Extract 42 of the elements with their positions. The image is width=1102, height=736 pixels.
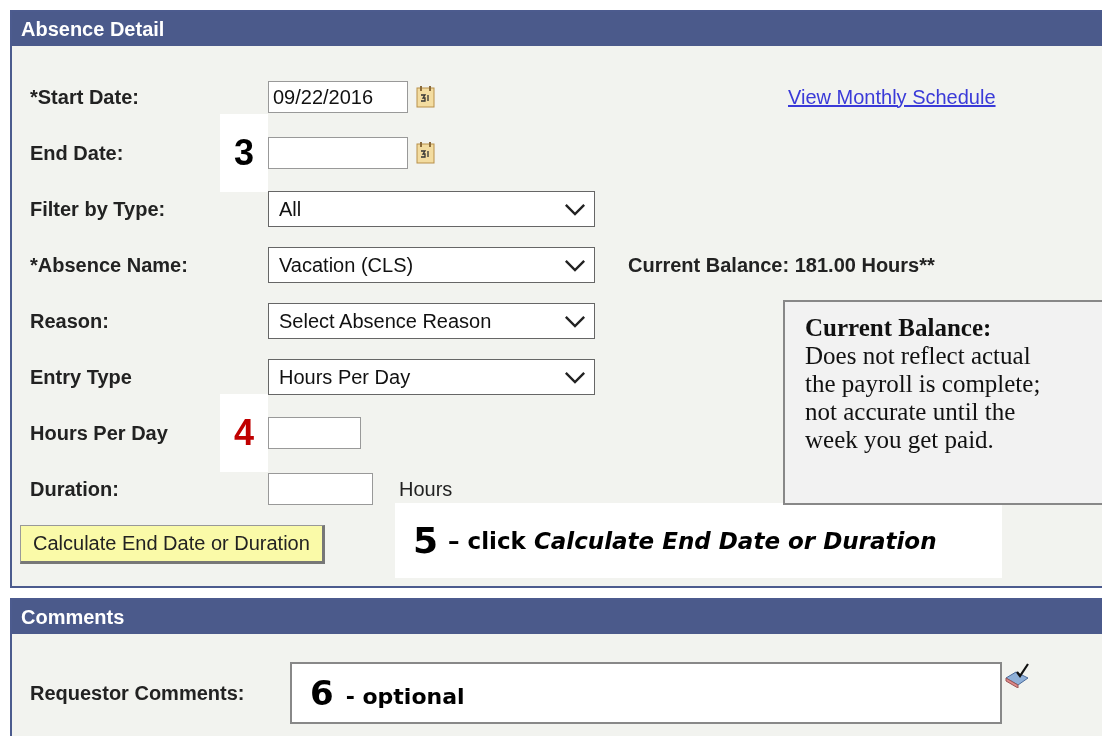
date-field[interactable]: 09/22/2016 xyxy=(268,81,408,113)
tooltip-text: week you get paid. xyxy=(805,426,995,454)
step-instruction: – click Calculate End Date or Duration xyxy=(448,527,937,554)
chevron-icon xyxy=(564,202,586,216)
calculate-button[interactable]: Calculate End Date or Duration xyxy=(20,525,325,564)
dropdown[interactable]: Select Absence Reason xyxy=(268,303,595,339)
comments-field[interactable]: 6 - optional xyxy=(290,662,1002,724)
tooltip-text: Does not reflect actual xyxy=(805,342,1032,370)
tooltip-text: not accurate until the xyxy=(805,398,1017,426)
calendar-icon[interactable] xyxy=(416,141,436,165)
panel-header: Absence Detail xyxy=(12,12,1102,46)
tooltip-text: the payroll is complete; xyxy=(805,370,1042,398)
calendar-icon[interactable] xyxy=(416,85,436,109)
input-field[interactable] xyxy=(268,417,361,449)
step-number: 4 xyxy=(234,412,254,454)
field-label: Entry Type xyxy=(30,365,132,388)
field-label: Filter by Type: xyxy=(30,197,166,220)
date-field[interactable] xyxy=(268,137,408,169)
field-label: *Absence Name: xyxy=(30,253,188,276)
dropdown[interactable]: Vacation (CLS) xyxy=(268,247,595,283)
chevron-icon xyxy=(564,314,586,328)
step-number: 5 xyxy=(413,520,439,561)
field-label: *Start Date: xyxy=(30,85,139,108)
panel-header: Comments xyxy=(12,600,1102,634)
step-instruction: - optional xyxy=(345,683,465,709)
dropdown[interactable]: Hours Per Day xyxy=(268,359,595,395)
tooltip-title: Current Balance: xyxy=(805,314,993,342)
input-field[interactable] xyxy=(268,473,373,505)
step-number: 6 xyxy=(310,673,334,713)
chevron-icon xyxy=(564,258,586,272)
field-label: Hours Per Day xyxy=(30,421,168,444)
schedule-link[interactable]: View Monthly Schedule xyxy=(788,85,996,109)
chevron-icon xyxy=(564,370,586,384)
spellcheck-icon[interactable] xyxy=(1004,662,1030,688)
unit-label: Hours xyxy=(399,477,453,501)
field-label: End Date: xyxy=(30,141,124,164)
field-label: Reason: xyxy=(30,309,109,332)
step-number: 3 xyxy=(234,132,254,174)
balance-text: Current Balance: 181.00 Hours** xyxy=(628,253,935,277)
field-label: Requestor Comments: xyxy=(29,681,246,705)
dropdown[interactable]: All xyxy=(268,191,595,227)
field-label: Duration: xyxy=(30,477,119,500)
